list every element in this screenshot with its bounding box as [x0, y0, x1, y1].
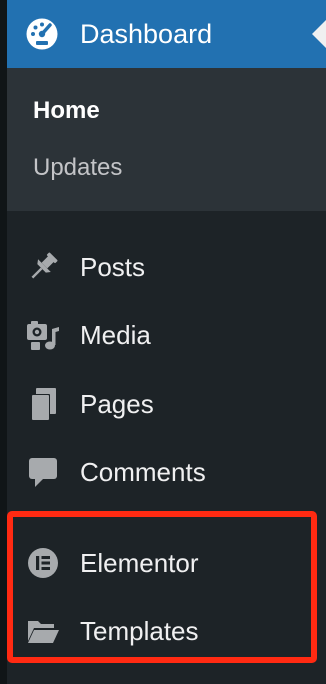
menu-item-templates[interactable]: Templates — [7, 603, 326, 659]
menu-label-pages: Pages — [80, 389, 154, 419]
menu-label-templates: Templates — [80, 616, 199, 646]
pushpin-icon — [31, 252, 58, 279]
folder-open-icon — [28, 621, 59, 643]
menu-label-posts: Posts — [80, 252, 146, 282]
menu-item-pages[interactable]: Pages — [7, 376, 326, 432]
pages-icon — [30, 388, 56, 421]
submenu-item-updates[interactable]: Updates — [33, 152, 122, 184]
elementor-logo-icon — [28, 548, 58, 578]
media-icon — [27, 321, 59, 350]
admin-sidebar-menu: Dashboard Home Updates Posts Media Pages… — [7, 0, 326, 684]
dashboard-submenu: Home Updates — [7, 68, 326, 211]
menu-label-comments: Comments — [80, 457, 206, 487]
submenu-item-home[interactable]: Home — [33, 95, 100, 127]
menu-item-comments[interactable]: Comments — [7, 444, 326, 500]
menu-label-media: Media — [80, 320, 151, 350]
menu-item-elementor[interactable]: Elementor — [7, 535, 326, 591]
left-edge-strip — [0, 0, 7, 684]
menu-item-posts[interactable]: Posts — [7, 239, 326, 295]
menu-label-elementor: Elementor — [80, 548, 199, 578]
menu-item-media[interactable]: Media — [7, 307, 326, 363]
active-menu-arrow — [312, 20, 326, 48]
admin-page: Dashboard Home Updates Posts Media Pages… — [0, 0, 326, 684]
dashboard-gauge-icon — [26, 18, 58, 50]
menu-item-dashboard[interactable]: Dashboard — [7, 0, 326, 68]
comment-bubble-icon — [29, 458, 57, 487]
menu-label-dashboard: Dashboard — [80, 19, 213, 49]
